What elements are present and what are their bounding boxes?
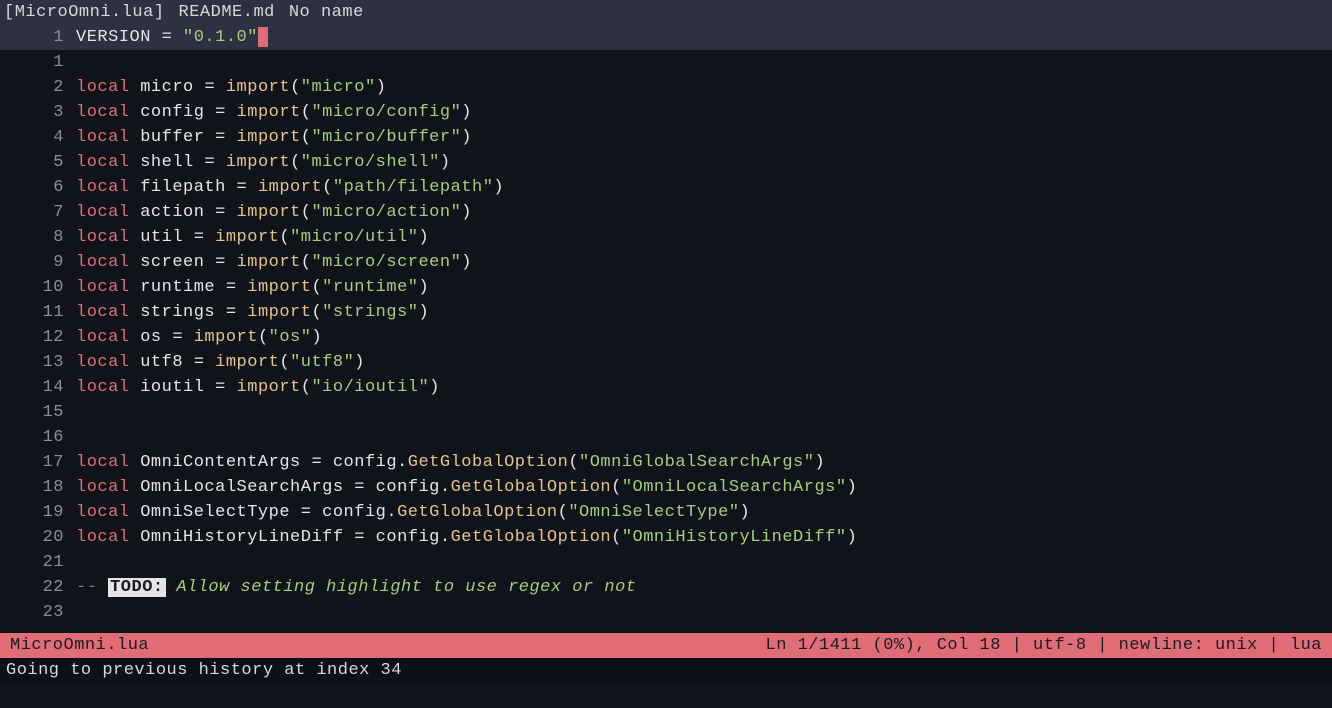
line-number: 5 [10, 150, 76, 175]
code-line[interactable]: 8local util = import("micro/util") [0, 225, 1332, 250]
code-content[interactable]: local os = import("os") [76, 325, 322, 350]
line-number: 15 [10, 400, 76, 425]
code-line[interactable]: 3local config = import("micro/config") [0, 100, 1332, 125]
code-line[interactable]: 15 [0, 400, 1332, 425]
line-number: 14 [10, 375, 76, 400]
line-number: 16 [10, 425, 76, 450]
editor-area[interactable]: 1VERSION = "0.1.0"12local micro = import… [0, 25, 1332, 633]
code-content[interactable]: local strings = import("strings") [76, 300, 429, 325]
code-content[interactable]: local screen = import("micro/screen") [76, 250, 472, 275]
code-content[interactable]: local micro = import("micro") [76, 75, 386, 100]
line-number: 4 [10, 125, 76, 150]
line-number: 8 [10, 225, 76, 250]
code-line[interactable]: 19local OmniSelectType = config.GetGloba… [0, 500, 1332, 525]
line-number: 2 [10, 75, 76, 100]
tab-microomni[interactable]: [MicroOmni.lua] [4, 0, 179, 25]
code-line[interactable]: 13local utf8 = import("utf8") [0, 350, 1332, 375]
tab-readme[interactable]: README.md [179, 0, 289, 25]
code-line[interactable]: 17local OmniContentArgs = config.GetGlob… [0, 450, 1332, 475]
code-line[interactable]: 22-- TODO: Allow setting highlight to us… [0, 575, 1332, 600]
message-bar: Going to previous history at index 34 [0, 658, 1332, 683]
code-content[interactable]: -- TODO: Allow setting highlight to use … [76, 575, 637, 600]
code-line[interactable]: 16 [0, 425, 1332, 450]
status-position: Ln 1/1411 (0%), Col 18 | utf-8 | newline… [766, 633, 1323, 658]
code-content[interactable]: local OmniHistoryLineDiff = config.GetGl… [76, 525, 857, 550]
code-line[interactable]: 11local strings = import("strings") [0, 300, 1332, 325]
code-content[interactable]: local config = import("micro/config") [76, 100, 472, 125]
line-number: 10 [10, 275, 76, 300]
code-content[interactable]: local ioutil = import("io/ioutil") [76, 375, 440, 400]
code-line[interactable]: 2local micro = import("micro") [0, 75, 1332, 100]
code-line[interactable]: 7local action = import("micro/action") [0, 200, 1332, 225]
line-number: 1 [10, 50, 76, 75]
code-line[interactable]: 4local buffer = import("micro/buffer") [0, 125, 1332, 150]
code-content[interactable]: local utf8 = import("utf8") [76, 350, 365, 375]
code-content[interactable]: local util = import("micro/util") [76, 225, 429, 250]
code-line[interactable]: 21 [0, 550, 1332, 575]
line-number: 19 [10, 500, 76, 525]
status-filename: MicroOmni.lua [10, 633, 766, 658]
cursor-icon [258, 27, 268, 47]
line-number: 23 [10, 600, 76, 625]
line-number: 12 [10, 325, 76, 350]
line-number: 13 [10, 350, 76, 375]
tab-bar: [MicroOmni.lua] README.md No name [0, 0, 1332, 25]
code-line[interactable]: 23 [0, 600, 1332, 625]
status-bar: MicroOmni.lua Ln 1/1411 (0%), Col 18 | u… [0, 633, 1332, 658]
code-line[interactable]: 10local runtime = import("runtime") [0, 275, 1332, 300]
line-number: 7 [10, 200, 76, 225]
line-number: 9 [10, 250, 76, 275]
line-number: 11 [10, 300, 76, 325]
code-content[interactable]: VERSION = "0.1.0" [76, 25, 268, 50]
code-line[interactable]: 18local OmniLocalSearchArgs = config.Get… [0, 475, 1332, 500]
line-number: 3 [10, 100, 76, 125]
tab-noname[interactable]: No name [289, 0, 378, 25]
code-line[interactable]: 20local OmniHistoryLineDiff = config.Get… [0, 525, 1332, 550]
code-content[interactable]: local OmniSelectType = config.GetGlobalO… [76, 500, 750, 525]
code-line[interactable]: 12local os = import("os") [0, 325, 1332, 350]
line-number: 1 [10, 25, 76, 50]
line-number: 6 [10, 175, 76, 200]
line-number: 20 [10, 525, 76, 550]
code-line[interactable]: 5local shell = import("micro/shell") [0, 150, 1332, 175]
line-number: 17 [10, 450, 76, 475]
line-number: 22 [10, 575, 76, 600]
code-line[interactable]: 9local screen = import("micro/screen") [0, 250, 1332, 275]
code-content[interactable]: local shell = import("micro/shell") [76, 150, 451, 175]
line-number: 18 [10, 475, 76, 500]
line-number: 21 [10, 550, 76, 575]
code-line[interactable]: 6local filepath = import("path/filepath"… [0, 175, 1332, 200]
message-text: Going to previous history at index 34 [6, 658, 402, 683]
code-content[interactable]: local action = import("micro/action") [76, 200, 472, 225]
code-content[interactable]: local runtime = import("runtime") [76, 275, 429, 300]
code-content[interactable]: local filepath = import("path/filepath") [76, 175, 504, 200]
code-content[interactable]: local OmniLocalSearchArgs = config.GetGl… [76, 475, 857, 500]
code-line[interactable]: 14local ioutil = import("io/ioutil") [0, 375, 1332, 400]
code-line[interactable]: 1VERSION = "0.1.0" [0, 25, 1332, 50]
code-content[interactable]: local buffer = import("micro/buffer") [76, 125, 472, 150]
code-content[interactable]: local OmniContentArgs = config.GetGlobal… [76, 450, 825, 475]
code-line[interactable]: 1 [0, 50, 1332, 75]
